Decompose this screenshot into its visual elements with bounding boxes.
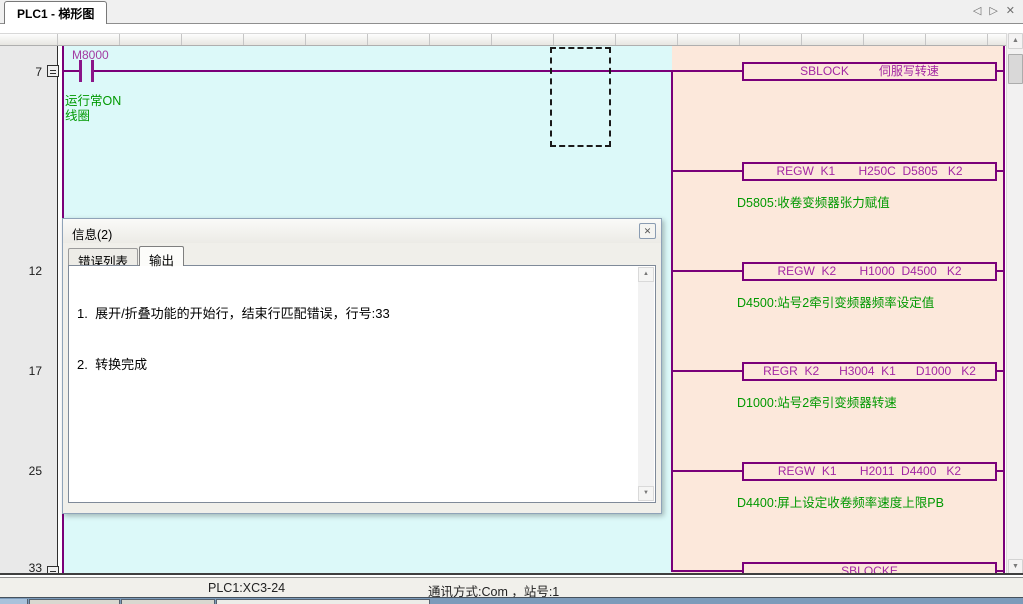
instruction-block-sblock[interactable]: SBLOCK 伺服写转速 (742, 62, 997, 81)
tab-error-list[interactable]: 错误列表 (68, 248, 138, 266)
instruction-block-regw-2[interactable]: REGW K2 H1000 D4500 K2 (742, 262, 997, 281)
dialog-vertical-scrollbar[interactable]: ▲ ▼ (638, 267, 654, 501)
dialog-close-icon[interactable]: ✕ (639, 223, 656, 239)
grid-column-header (0, 33, 1006, 46)
fold-marker-row33[interactable] (47, 566, 59, 575)
output-message-line: 2. 转换完成 (77, 356, 633, 373)
prev-tab-icon[interactable]: ◁ (973, 5, 981, 18)
instruction-block-regr[interactable]: REGR K2 H3004 K1 D1000 K2 (742, 362, 997, 381)
next-tab-icon[interactable]: ▷ (989, 5, 997, 18)
instruction-comment: D4500:站号2牵引变频器频率设定值 (737, 292, 934, 308)
rung-wire (62, 70, 742, 72)
stub-wire (673, 170, 742, 172)
stub-wire (673, 370, 742, 372)
dialog-title: 信息(2) (72, 224, 112, 243)
row-number: 7 (0, 64, 42, 80)
scroll-down-icon[interactable]: ▼ (1008, 559, 1023, 575)
output-message-line: 1. 展开/折叠功能的开始行，结束行匹配错误，行号:33 (77, 305, 633, 322)
contact-gap (82, 70, 91, 72)
status-bar: PLC1:XC3-24 通讯方式:Com ，站号:1 (0, 577, 1023, 597)
instruction-block-regw-1[interactable]: REGW K1 H250C D5805 K2 (742, 162, 997, 181)
fold-marker-row7[interactable] (47, 65, 59, 77)
dock-tab[interactable] (121, 599, 215, 604)
instruction-comment: D1000:站号2牵引变频器转速 (737, 392, 897, 408)
editor-vertical-scrollbar[interactable]: ▲ ▼ (1006, 33, 1023, 575)
scroll-up-icon[interactable]: ▲ (638, 267, 654, 282)
close-tab-icon[interactable]: ✕ (1006, 5, 1015, 18)
stub-wire (673, 470, 742, 472)
contact-m8000-left-bar (79, 60, 82, 82)
document-tab-bar: PLC1 - 梯形图 ◁ ▷ ✕ (0, 0, 1023, 24)
dock-segment (0, 599, 28, 604)
selection-cursor (550, 47, 611, 147)
instruction-comment: D5805:收卷变频器张力赋值 (737, 192, 890, 208)
row-number-gutter (0, 46, 58, 575)
stub-wire (673, 270, 742, 272)
row-number: 25 (0, 463, 42, 479)
message-dialog: 信息(2) ✕ 错误列表 输出 1. 展开/折叠功能的开始行，结束行匹配错误，行… (62, 218, 662, 514)
row-number: 12 (0, 263, 42, 279)
bottom-dock-strip (0, 597, 1023, 604)
tab-nav-controls: ◁ ▷ ✕ (973, 5, 1015, 18)
dock-tab[interactable] (216, 599, 430, 604)
scroll-down-icon[interactable]: ▼ (638, 486, 654, 501)
dialog-title-bar[interactable]: 信息(2) (63, 219, 661, 243)
contact-m8000-right-bar (91, 60, 94, 82)
plc-ladder-editor: { "window": { "tab_title": "PLC1 - 梯形图",… (0, 0, 1023, 604)
instruction-block-regw-3[interactable]: REGW K1 H2011 D4400 K2 (742, 462, 997, 481)
output-messages: 1. 展开/折叠功能的开始行，结束行匹配错误，行号:33 2. 转换完成 (77, 271, 633, 407)
dock-tab[interactable] (29, 599, 120, 604)
instruction-comment: D4400:屏上设定收卷频率速度上限PB (737, 492, 944, 508)
status-device-model: PLC1:XC3-24 (208, 581, 285, 595)
contact-m8000-label[interactable]: M8000 (72, 48, 109, 62)
contact-comment: 运行常ON 线圈 (65, 94, 121, 124)
output-message-panel[interactable]: 1. 展开/折叠功能的开始行，结束行匹配错误，行号:33 2. 转换完成 ▲ ▼ (68, 265, 656, 503)
row-number: 17 (0, 363, 42, 379)
stub-wire (673, 570, 742, 572)
scroll-up-icon[interactable]: ▲ (1008, 33, 1023, 49)
branch-bus-wire (671, 70, 673, 572)
scrollbar-thumb[interactable] (1008, 54, 1023, 84)
dialog-tab-strip: 错误列表 输出 (68, 246, 185, 266)
instruction-block-sblocke[interactable]: SBLOCKE (742, 562, 997, 575)
row-number: 33 (0, 560, 42, 575)
tab-plc1-ladder[interactable]: PLC1 - 梯形图 (4, 1, 107, 24)
tab-output[interactable]: 输出 (139, 246, 184, 266)
